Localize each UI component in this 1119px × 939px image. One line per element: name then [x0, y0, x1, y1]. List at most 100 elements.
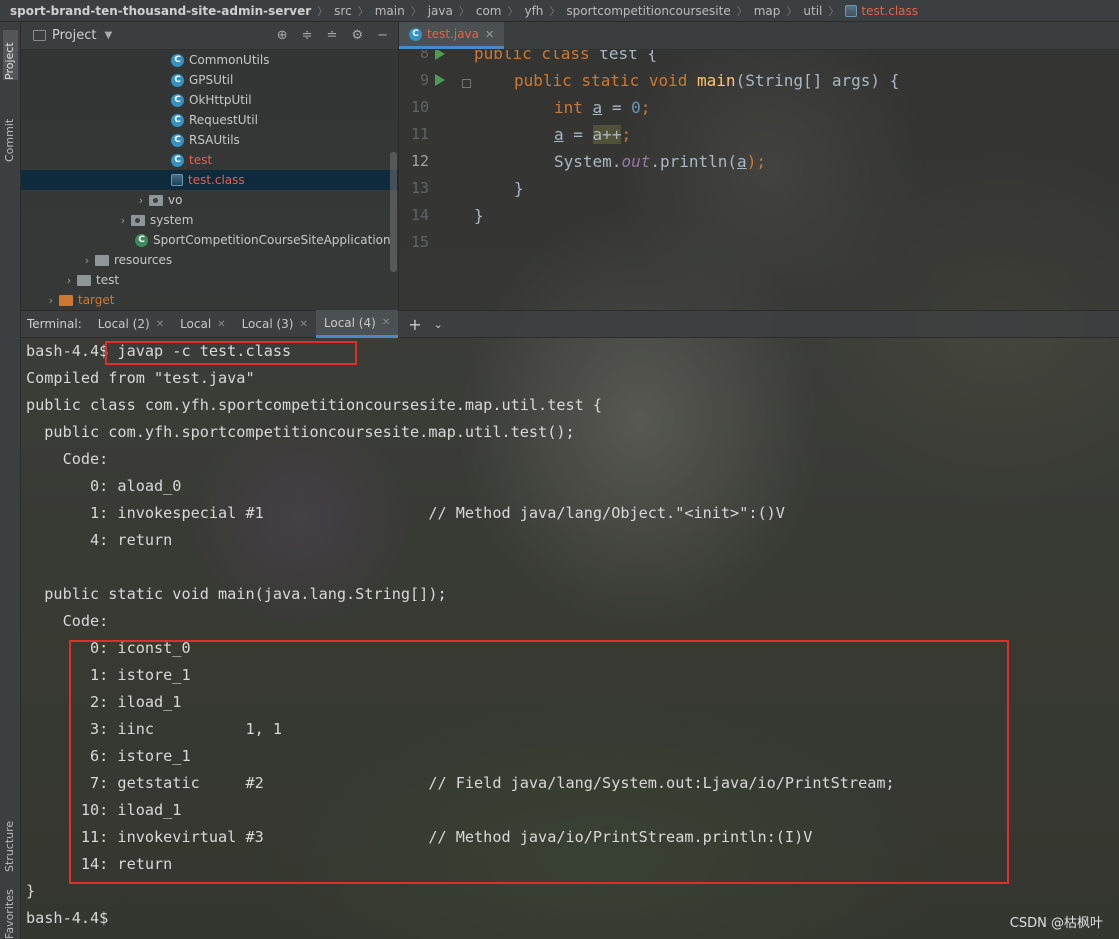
fold-icon[interactable]	[462, 79, 471, 88]
breadcrumb-item-main[interactable]: main	[375, 4, 405, 18]
tree-item-label: resources	[114, 253, 173, 267]
tree-item-resources[interactable]: › resources	[21, 250, 398, 270]
class-icon: C	[171, 53, 184, 67]
chevron-right-icon[interactable]: ›	[115, 214, 131, 227]
line-number: 8	[419, 50, 429, 62]
tree-item-test-folder[interactable]: › test	[21, 270, 398, 290]
chevron-right-icon: 〉	[410, 4, 422, 18]
terminal-tab-bar: Terminal: Local (2) ✕ Local ✕ Local (3) ✕ L…	[21, 310, 1119, 338]
chevron-right-icon[interactable]: ›	[61, 274, 77, 287]
folder-icon	[77, 274, 91, 286]
chevron-right-icon: 〉	[828, 4, 840, 18]
chevron-right-icon[interactable]: ›	[133, 194, 149, 207]
terminal-tab-local[interactable]: Local ✕	[172, 310, 234, 338]
class-icon: C	[171, 93, 184, 107]
code-area[interactable]: 8 9 10 11 12 13 14 15 public class test …	[399, 50, 1119, 310]
breadcrumb-item-project[interactable]: sport-brand-ten-thousand-site-admin-serv…	[10, 4, 311, 18]
code-line: public class test {	[474, 50, 658, 63]
expand-all-icon[interactable]: ≑	[302, 28, 313, 43]
chevron-down-icon[interactable]: ▼	[104, 30, 112, 41]
breadcrumb-item-util[interactable]: util	[803, 4, 822, 18]
breadcrumb-item-package[interactable]: sportcompetitioncoursesite	[566, 4, 730, 18]
breadcrumb-item-src[interactable]: src	[334, 4, 352, 18]
terminal-tab-local-2[interactable]: Local (2) ✕	[90, 310, 172, 338]
code-line: int a = 0;	[554, 98, 651, 117]
package-icon	[131, 214, 145, 226]
line-number: 13	[410, 179, 429, 197]
tool-tab-structure[interactable]: Structure	[3, 800, 18, 872]
tree-item-test[interactable]: Ctest	[21, 150, 398, 170]
terminal-line: public class com.yfh.sportcompetitioncou…	[26, 396, 603, 414]
terminal-line: }	[26, 882, 36, 900]
close-icon[interactable]: ✕	[485, 28, 494, 41]
terminal-line: bash-4.4$	[26, 909, 109, 927]
hide-icon[interactable]: −	[377, 28, 388, 43]
gear-icon[interactable]: ⚙	[351, 28, 363, 43]
line-number: 14	[410, 206, 429, 224]
watermark: CSDN @枯枫叶	[1009, 916, 1103, 931]
terminal-panel: Terminal: Local (2) ✕ Local ✕ Local (3) ✕ L…	[21, 310, 1119, 939]
terminal-tab-local-3[interactable]: Local (3) ✕	[234, 310, 316, 338]
breadcrumb-item-com[interactable]: com	[476, 4, 502, 18]
collapse-all-icon[interactable]: ≐	[327, 28, 338, 43]
command-highlight-box	[105, 341, 357, 365]
chevron-right-icon: 〉	[357, 4, 369, 18]
code-line: }	[474, 206, 484, 225]
tree-item-label: test	[96, 273, 120, 287]
tree-item-commonutils[interactable]: C CommonUtils	[21, 50, 398, 70]
close-icon[interactable]: ✕	[382, 317, 390, 328]
breadcrumb-item-java[interactable]: java	[428, 4, 453, 18]
new-terminal-button[interactable]: +	[408, 315, 421, 334]
code-line: public static void main(String[] args) {	[514, 71, 900, 90]
tree-item-test-class[interactable]: test.class	[21, 170, 398, 190]
tree-item-label: target	[78, 293, 115, 307]
editor-tab-test-java[interactable]: C test.java ✕	[399, 22, 505, 49]
tree-item-okhttputil[interactable]: C OkHttpUtil	[21, 90, 398, 110]
code-line: }	[514, 179, 524, 198]
project-view-icon	[33, 30, 46, 41]
chevron-right-icon[interactable]: ›	[79, 254, 95, 267]
project-view-selector[interactable]: Project	[52, 28, 96, 43]
tree-item-requestutil[interactable]: C RequestUtil	[21, 110, 398, 130]
line-number: 10	[410, 98, 429, 116]
chevron-right-icon: 〉	[507, 4, 519, 18]
breadcrumb-item-file[interactable]: test.class	[861, 4, 918, 18]
class-icon: C	[171, 133, 184, 147]
tree-item-vo[interactable]: › vo	[21, 190, 398, 210]
tool-tab-project[interactable]: Project	[3, 30, 18, 80]
terminal-line: 0: aload_0	[26, 477, 182, 495]
terminal-line: 1: invokespecial #1 // Method java/lang/…	[26, 504, 785, 522]
tree-item-gpsutil[interactable]: C GPSUtil	[21, 70, 398, 90]
code-editor: C test.java ✕ 8 9 10 11 12 13 14 15 publ…	[399, 22, 1119, 310]
chevron-right-icon[interactable]: ›	[43, 294, 59, 307]
breadcrumb-item-yfh[interactable]: yfh	[524, 4, 543, 18]
tree-item-system[interactable]: › system	[21, 210, 398, 230]
scrollbar-thumb[interactable]	[390, 152, 397, 272]
terminal-line: Code:	[26, 612, 109, 630]
chevron-down-icon[interactable]: ⌄	[434, 318, 443, 331]
tree-item-label: RSAUtils	[189, 133, 240, 147]
chevron-right-icon: 〉	[458, 4, 470, 18]
project-panel-header: Project ▼ ⊕ ≑ ≐ ⚙ −	[21, 22, 398, 50]
tool-window-strip: Project Commit Structure Favorites	[0, 22, 21, 939]
locate-icon[interactable]: ⊕	[277, 28, 288, 43]
run-icon[interactable]	[435, 74, 445, 86]
tool-tab-commit[interactable]: Commit	[3, 104, 18, 162]
tree-item-target[interactable]: › target	[21, 290, 398, 310]
terminal-tab-local-4[interactable]: Local (4) ✕	[315, 310, 399, 338]
class-file-icon	[845, 4, 858, 17]
tree-item-label: CommonUtils	[189, 53, 270, 67]
editor-tab-bar: C test.java ✕	[399, 22, 1119, 50]
close-icon[interactable]: ✕	[217, 319, 225, 330]
folder-icon	[59, 294, 73, 306]
run-icon[interactable]	[435, 50, 445, 60]
terminal-label: Terminal:	[27, 317, 82, 331]
tool-tab-favorites[interactable]: Favorites	[3, 884, 18, 939]
breadcrumb-item-map[interactable]: map	[754, 4, 781, 18]
close-icon[interactable]: ✕	[300, 319, 308, 330]
line-number: 15	[410, 233, 429, 251]
tree-item-application[interactable]: C SportCompetitionCourseSiteApplication	[21, 230, 398, 250]
tree-item-rsautils[interactable]: C RSAUtils	[21, 130, 398, 150]
close-icon[interactable]: ✕	[156, 319, 164, 330]
chevron-right-icon: 〉	[549, 4, 561, 18]
